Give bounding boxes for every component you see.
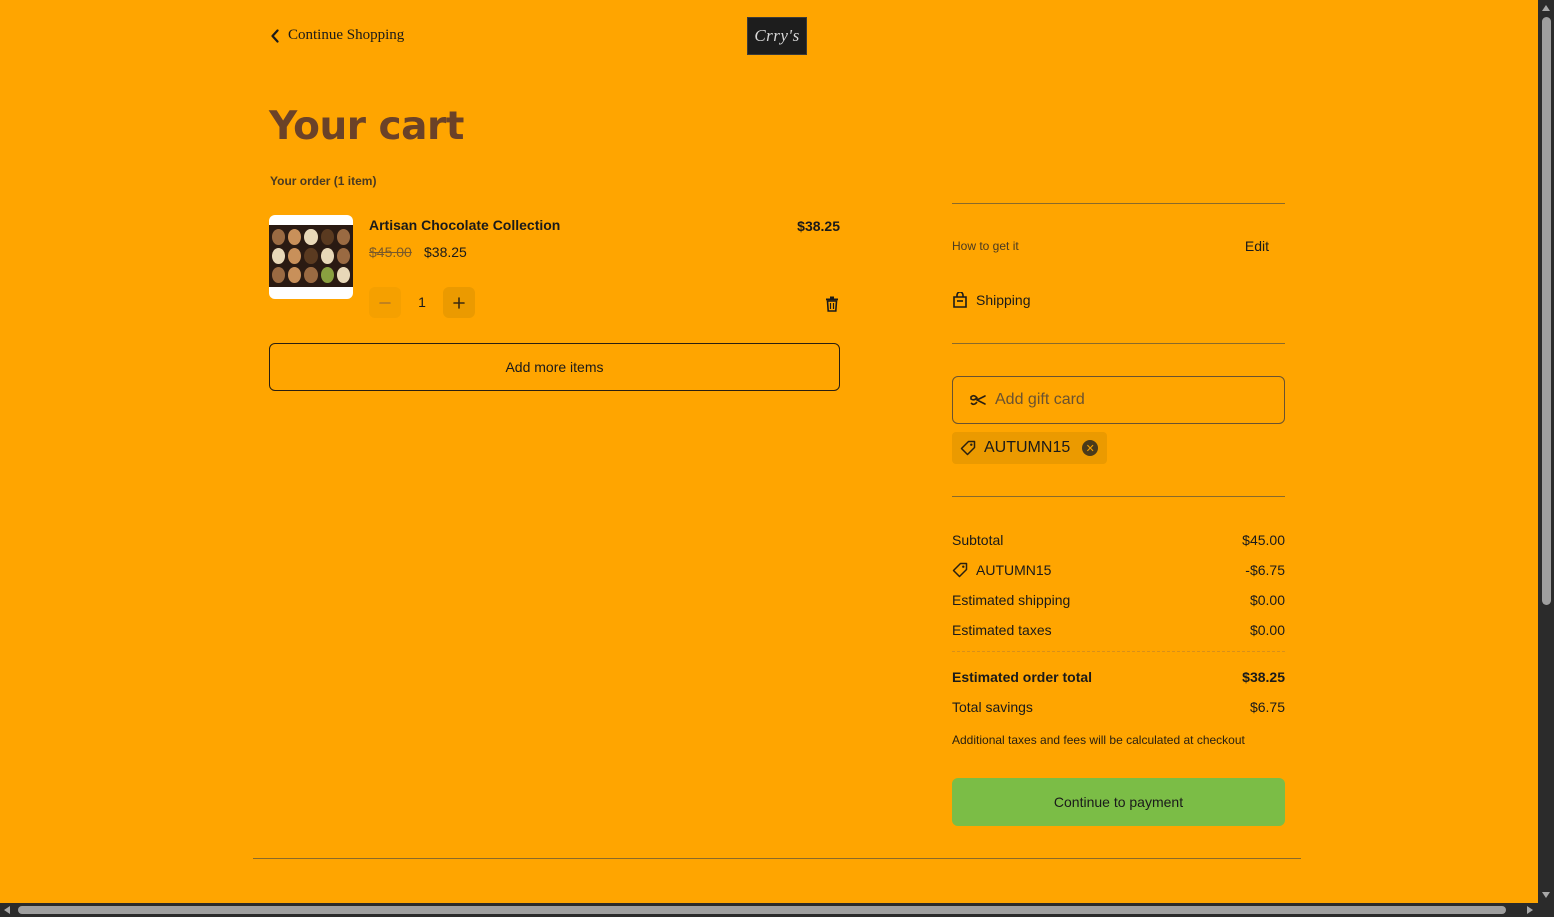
continue-shopping-label: Continue Shopping [288, 27, 405, 43]
shopping-bag-icon [953, 292, 967, 308]
cart-page: Continue Shopping Crry's Your cart Your … [0, 0, 1538, 903]
shipping-row: Estimated shipping $0.00 [952, 592, 1285, 608]
continue-to-payment-label: Continue to payment [1053, 794, 1184, 810]
gift-card-input[interactable]: Add gift card [952, 376, 1285, 424]
scroll-left-icon[interactable] [4, 906, 10, 914]
add-more-items-button[interactable]: Add more items [269, 343, 840, 391]
applied-promo-chip: AUTUMN15 ✕ [952, 432, 1107, 464]
applied-promo-code: AUTUMN15 [984, 439, 1071, 456]
gift-card-icon [970, 394, 986, 406]
dashed-divider [952, 651, 1285, 652]
item-name[interactable]: Artisan Chocolate Collection [369, 217, 560, 233]
shipping-label: Estimated shipping [952, 592, 1071, 608]
scroll-down-icon[interactable] [1542, 892, 1550, 898]
trash-icon[interactable] [825, 296, 839, 312]
taxes-label: Estimated taxes [952, 622, 1052, 638]
page-title: Your cart [269, 104, 464, 149]
scroll-up-icon[interactable] [1542, 5, 1550, 11]
remove-promo-icon[interactable]: ✕ [1082, 440, 1099, 456]
discount-row: AUTUMN15 -$6.75 [952, 562, 1285, 578]
shipping-value: $0.00 [1249, 592, 1285, 608]
edit-fulfillment-link[interactable]: Edit [1245, 238, 1269, 254]
chocolate-box-image[interactable] [269, 215, 353, 299]
tag-icon [952, 562, 968, 578]
fulfillment-method-label: Shipping [976, 292, 1031, 308]
subtotal-value: $45.00 [1242, 532, 1285, 548]
divider [952, 203, 1285, 204]
vertical-scrollbar[interactable] [1538, 0, 1554, 903]
divider [952, 343, 1285, 344]
savings-label: Total savings [952, 699, 1033, 715]
subtotal-label: Subtotal [952, 532, 1004, 548]
order-total-label: Estimated order total [952, 669, 1093, 685]
horizontal-scroll-thumb[interactable] [18, 906, 1506, 914]
item-sale-price: $38.25 [424, 244, 467, 260]
order-total-value: $38.25 [1242, 669, 1285, 685]
logo-text: Crry's [754, 26, 800, 45]
vertical-scroll-thumb[interactable] [1542, 17, 1551, 605]
taxes-value: $0.00 [1249, 622, 1285, 638]
discount-label: AUTUMN15 [976, 562, 1052, 578]
savings-value: $6.75 [1249, 699, 1285, 715]
fulfillment-label: How to get it [952, 239, 1019, 253]
quantity-increase-button[interactable] [443, 287, 475, 318]
divider [952, 496, 1285, 497]
add-more-items-label: Add more items [505, 359, 604, 375]
footer-divider [253, 858, 1301, 859]
gift-card-placeholder: Add gift card [995, 391, 1085, 408]
discount-value: -$6.75 [1245, 562, 1285, 578]
continue-shopping-link[interactable]: Continue Shopping [270, 27, 404, 44]
quantity-decrease-button[interactable] [369, 287, 401, 318]
chevron-left-icon [271, 28, 279, 43]
savings-row: Total savings $6.75 [952, 699, 1285, 715]
taxes-row: Estimated taxes $0.00 [952, 622, 1285, 638]
plus-icon [453, 296, 465, 309]
item-line-total: $38.25 [797, 218, 840, 234]
item-original-price: $45.00 [369, 244, 412, 260]
tag-icon [960, 440, 976, 456]
order-total-row: Estimated order total $38.25 [952, 669, 1285, 685]
subtotal-row: Subtotal $45.00 [952, 532, 1285, 548]
horizontal-scrollbar[interactable] [0, 903, 1554, 917]
minus-icon [379, 301, 391, 304]
scroll-right-icon[interactable] [1527, 906, 1533, 914]
order-count: Your order (1 item) [270, 174, 377, 188]
fulfillment-method: Shipping [952, 292, 1031, 308]
quantity-value: 1 [418, 294, 426, 310]
checkout-note: Additional taxes and fees will be calcul… [952, 733, 1245, 747]
store-logo[interactable]: Crry's [747, 17, 807, 55]
continue-to-payment-button[interactable]: Continue to payment [952, 778, 1285, 826]
